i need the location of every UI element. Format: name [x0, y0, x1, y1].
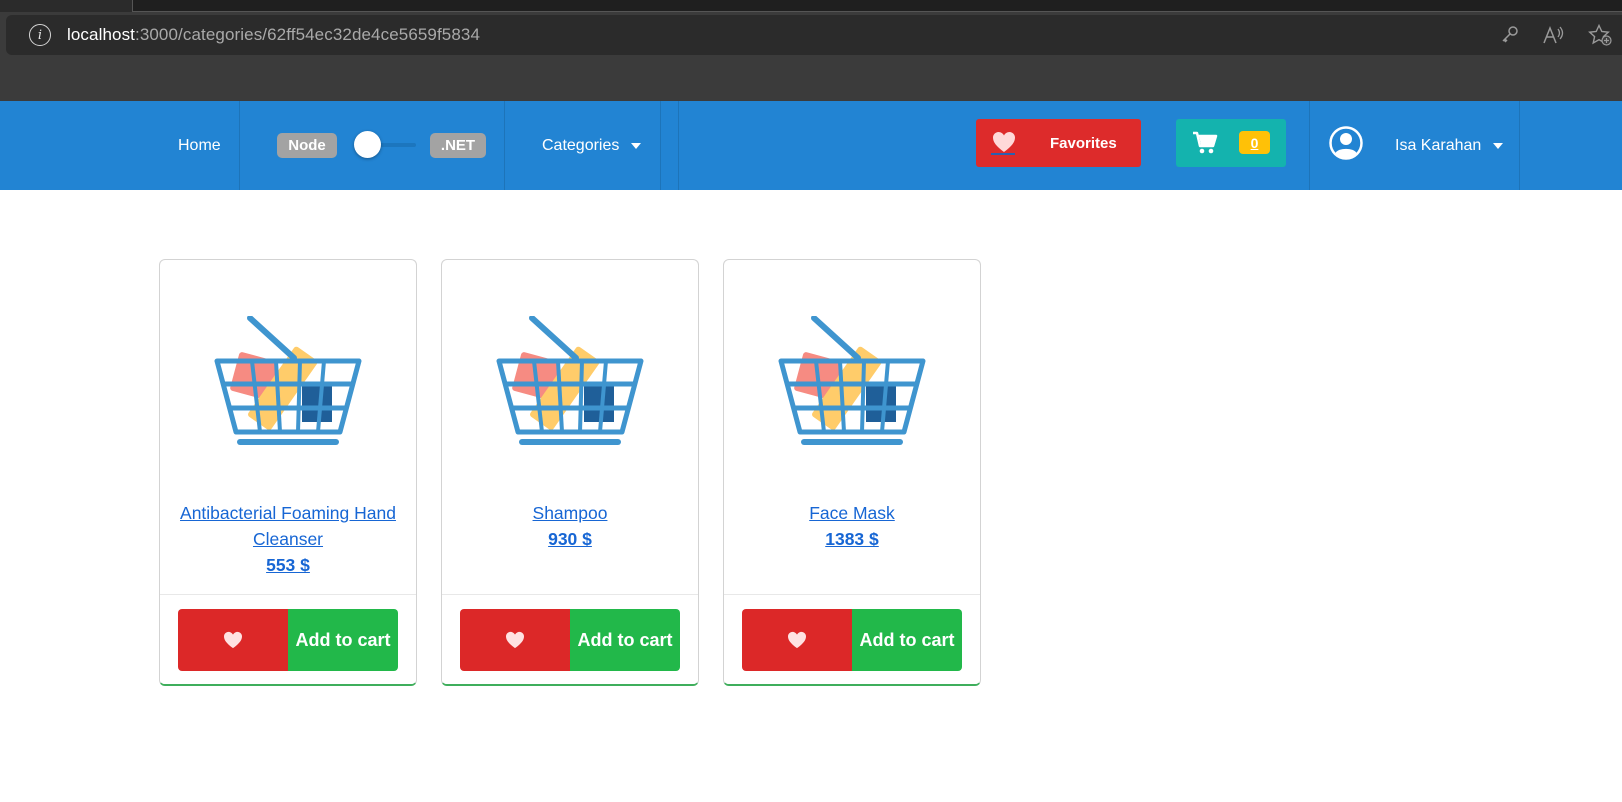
favorites-button[interactable]: Favorites [976, 119, 1141, 167]
add-to-favorites-button[interactable] [178, 609, 288, 671]
url-host: localhost [67, 25, 135, 44]
backend-toggle-knob[interactable] [354, 131, 381, 158]
heart-icon [788, 631, 806, 649]
favorites-label: Favorites [1050, 134, 1117, 152]
url-text[interactable]: localhost:3000/categories/62ff54ec32de4c… [67, 25, 480, 45]
heart-underline [991, 153, 1015, 155]
product-actions: Add to cart [442, 594, 698, 684]
add-to-cart-button[interactable]: Add to cart [852, 609, 962, 671]
user-avatar-icon[interactable] [1329, 126, 1363, 165]
chevron-down-icon [631, 142, 642, 149]
product-price-link[interactable]: 1383 $ [732, 526, 972, 552]
address-bar[interactable]: i localhost:3000/categories/62ff54ec32de… [6, 15, 1622, 55]
nav-divider [660, 101, 661, 190]
cart-count-badge: 0 [1239, 131, 1270, 154]
add-to-favorites-button[interactable] [742, 609, 852, 671]
product-info: Face Mask 1383 $ [732, 500, 972, 552]
add-favorite-icon[interactable] [1588, 24, 1612, 46]
product-card: Face Mask 1383 $ Add to cart [723, 259, 981, 686]
cart-button[interactable]: 0 [1176, 119, 1286, 167]
product-card: Antibacterial Foaming Hand Cleanser 553 … [159, 259, 417, 686]
categories-label: Categories [542, 136, 620, 154]
product-info: Antibacterial Foaming Hand Cleanser 553 … [168, 500, 408, 578]
add-to-cart-button[interactable]: Add to cart [288, 609, 398, 671]
nav-divider [504, 101, 505, 190]
read-aloud-icon[interactable] [1542, 25, 1566, 45]
heart-icon [224, 631, 242, 649]
site-navbar [0, 101, 1622, 190]
product-image[interactable] [724, 260, 980, 500]
add-to-cart-button[interactable]: Add to cart [570, 609, 680, 671]
nav-divider [1519, 101, 1520, 190]
nav-categories-dropdown[interactable]: Categories [542, 101, 642, 190]
shopping-basket-icon [778, 316, 926, 445]
nav-home-link[interactable]: Home [178, 101, 221, 190]
add-to-favorites-button[interactable] [460, 609, 570, 671]
product-image[interactable] [442, 260, 698, 500]
nav-divider [678, 101, 679, 190]
product-actions: Add to cart [724, 594, 980, 684]
heart-icon [506, 631, 524, 649]
browser-toolbar: i localhost:3000/categories/62ff54ec32de… [0, 0, 1622, 101]
nav-divider [239, 101, 240, 190]
nav-divider [1309, 101, 1310, 190]
product-title-link[interactable]: Antibacterial Foaming Hand Cleanser [168, 500, 408, 552]
product-card: Shampoo 930 $ Add to cart [441, 259, 699, 686]
product-actions: Add to cart [160, 594, 416, 684]
user-name-label: Isa Karahan [1395, 136, 1482, 154]
product-image[interactable] [160, 260, 416, 500]
shopping-basket-icon [214, 316, 362, 445]
active-tab[interactable] [132, 0, 1622, 12]
toggle-label-node[interactable]: Node [277, 133, 337, 158]
address-bar-actions [1500, 15, 1622, 55]
shopping-basket-icon [496, 316, 644, 445]
key-icon[interactable] [1500, 25, 1520, 45]
product-info: Shampoo 930 $ [450, 500, 690, 552]
product-price-link[interactable]: 553 $ [168, 552, 408, 578]
user-menu-dropdown[interactable]: Isa Karahan [1395, 101, 1504, 190]
tab-strip [0, 0, 1622, 12]
toggle-label-dotnet[interactable]: .NET [430, 133, 486, 158]
product-title-link[interactable]: Shampoo [450, 500, 690, 526]
product-title-link[interactable]: Face Mask [732, 500, 972, 526]
product-price-link[interactable]: 930 $ [450, 526, 690, 552]
url-path: :3000/categories/62ff54ec32de4ce5659f583… [135, 25, 481, 44]
shopping-cart-icon [1192, 131, 1218, 160]
info-icon[interactable]: i [29, 24, 51, 46]
chevron-down-icon [1493, 142, 1504, 149]
